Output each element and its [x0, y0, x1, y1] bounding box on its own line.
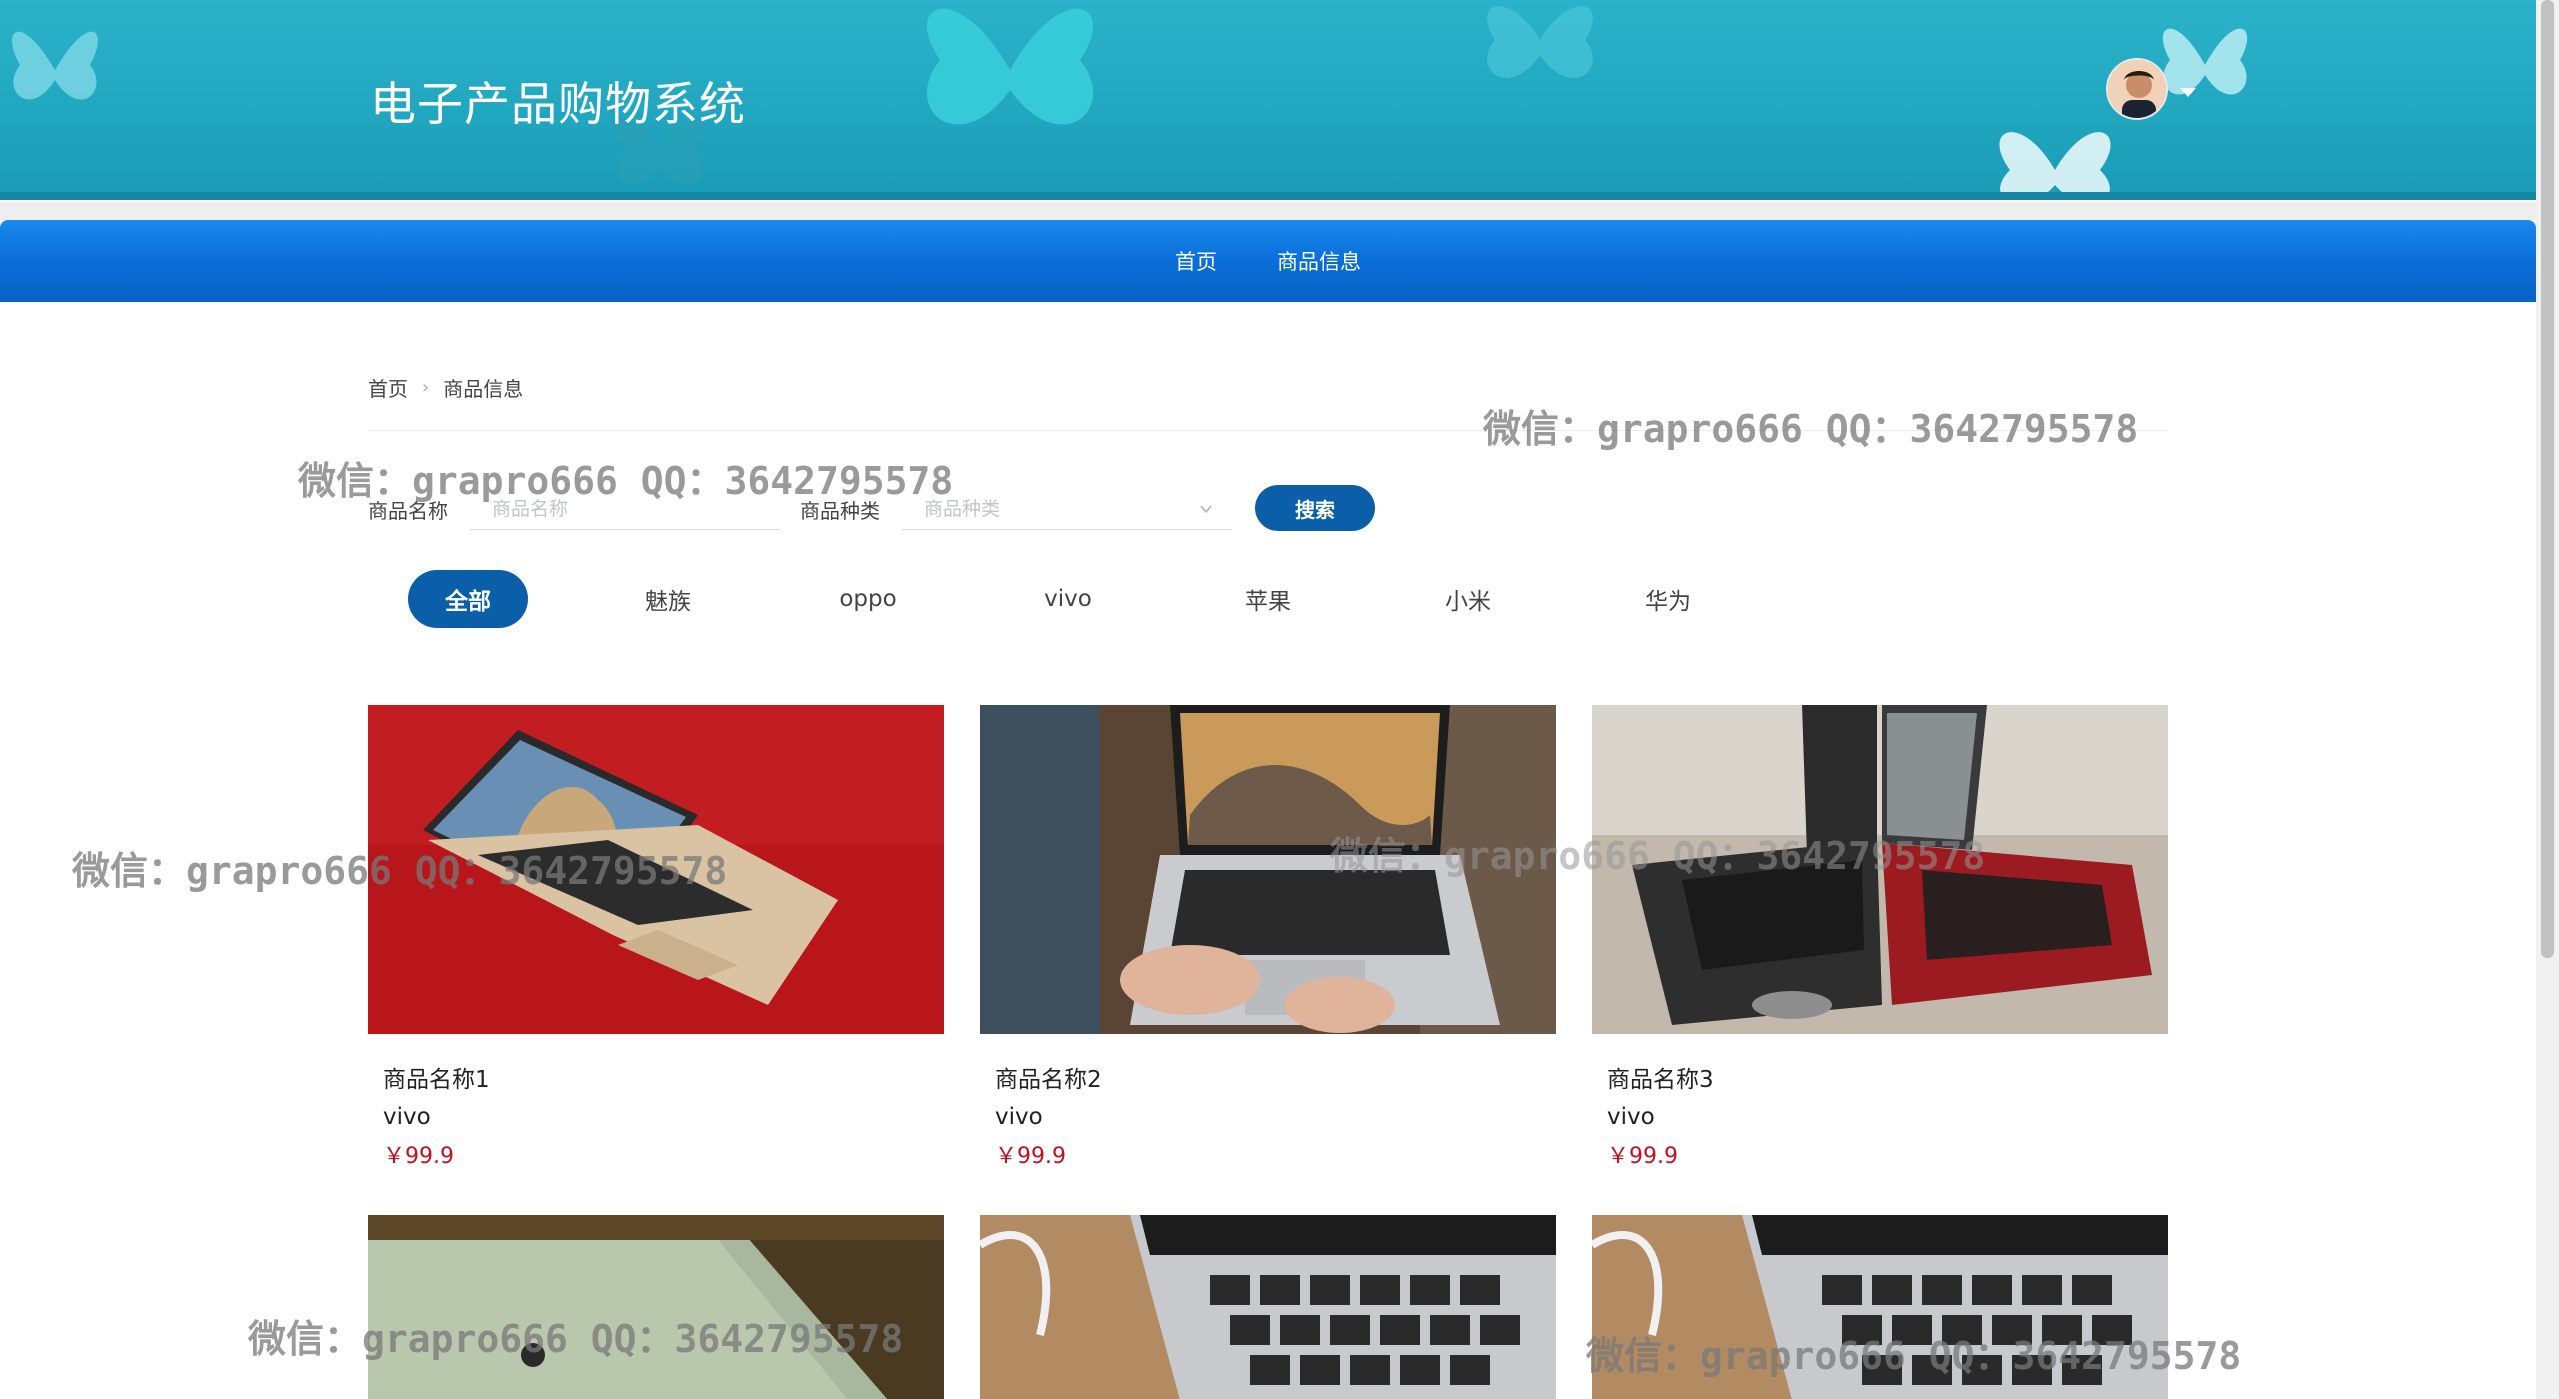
butterfly-decoration	[1999, 132, 2111, 200]
category-tab-meizu[interactable]: 魅族	[608, 570, 728, 628]
product-price: ￥99.9	[383, 1144, 454, 1169]
butterfly-decoration	[12, 31, 98, 100]
category-tab-apple[interactable]: 苹果	[1208, 570, 1328, 628]
user-avatar[interactable]	[2106, 58, 2168, 120]
chevron-down-icon[interactable]	[2180, 88, 2196, 97]
watermark: 微信：grapro666 QQ：3642795578	[72, 849, 728, 893]
watermark: 微信：grapro666 QQ：3642795578	[248, 1317, 904, 1361]
chevron-right-icon: ›	[422, 377, 430, 398]
watermark: 微信：grapro666 QQ：3642795578	[1586, 1334, 2242, 1378]
product-card[interactable]: 商品名称3 vivo ￥99.9	[1592, 705, 2168, 1170]
watermark: 微信：grapro666 QQ：3642795578	[1330, 834, 1986, 878]
category-tab-huawei[interactable]: 华为	[1608, 570, 1728, 628]
product-price: ￥99.9	[1607, 1144, 1678, 1169]
page-scrollbar-thumb[interactable]	[2541, 0, 2554, 958]
search-button[interactable]: 搜索	[1255, 485, 1375, 531]
category-tab-vivo[interactable]: vivo	[1008, 570, 1128, 628]
butterfly-decoration	[1487, 6, 1593, 78]
product-name[interactable]: 商品名称1	[383, 1060, 944, 1094]
breadcrumb-home[interactable]: 首页	[368, 373, 408, 402]
butterfly-decoration	[926, 8, 1094, 125]
main-nav: 首页 商品信息	[0, 220, 2536, 302]
header-separator	[0, 202, 2536, 220]
watermark: 微信：grapro666 QQ：3642795578	[298, 459, 954, 503]
product-name[interactable]: 商品名称2	[995, 1060, 1556, 1094]
product-name[interactable]: 商品名称3	[1607, 1060, 2168, 1094]
product-card[interactable]: 商品名称2 vivo ￥99.9	[980, 705, 1556, 1170]
breadcrumb-current: 商品信息	[443, 377, 524, 401]
product-image[interactable]	[980, 1215, 1556, 1399]
chevron-down-icon	[1200, 505, 1212, 514]
butterfly-decoration	[2162, 28, 2248, 95]
product-card[interactable]: 商品名称1 vivo ￥99.9	[368, 705, 944, 1170]
product-type: vivo	[383, 1104, 431, 1130]
product-type: vivo	[995, 1104, 1043, 1130]
product-type: vivo	[1607, 1104, 1655, 1130]
category-tab-xiaomi[interactable]: 小米	[1408, 570, 1528, 628]
product-price: ￥99.9	[995, 1144, 1066, 1169]
site-title: 电子产品购物系统	[370, 77, 746, 131]
category-tab-all[interactable]: 全部	[408, 570, 528, 628]
nav-item-products[interactable]: 商品信息	[1277, 246, 1361, 276]
nav-item-home[interactable]: 首页	[1175, 246, 1217, 276]
category-tab-oppo[interactable]: oppo	[808, 570, 928, 628]
header-banner: 电子产品购物系统	[0, 0, 2536, 200]
breadcrumb: 首页 › 商品信息	[368, 373, 523, 402]
header-strip	[0, 192, 2536, 200]
product-image[interactable]	[368, 1215, 944, 1399]
watermark: 微信：grapro666 QQ：3642795578	[1483, 407, 2139, 451]
